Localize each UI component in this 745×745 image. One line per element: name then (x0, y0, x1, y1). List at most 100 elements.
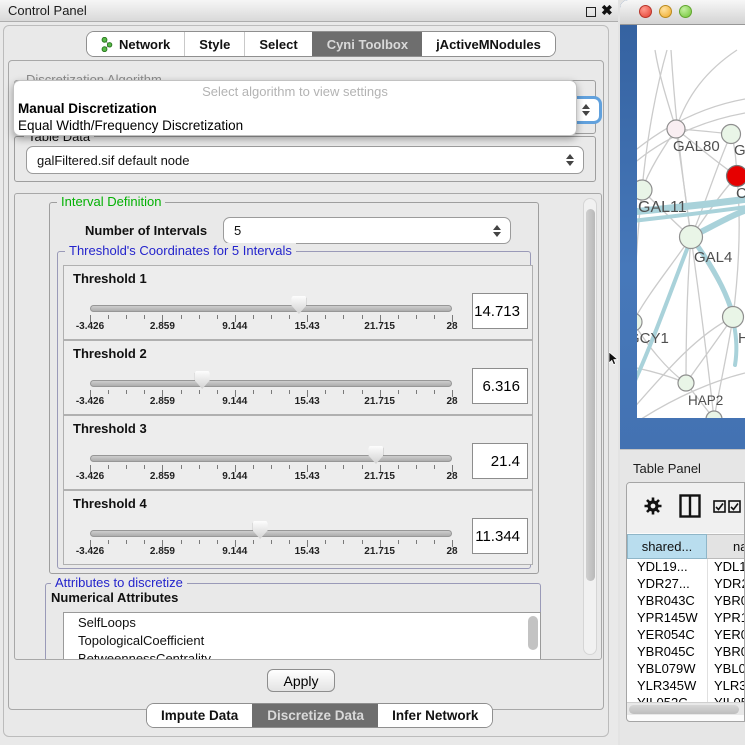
edge[interactable] (655, 50, 676, 129)
tick-label: 28 (446, 471, 457, 482)
tick-label: 2.859 (150, 396, 175, 407)
settings-scrollbar[interactable] (583, 198, 597, 655)
column-header-shared-name[interactable]: shared... (627, 534, 707, 559)
node-selected-red[interactable] (727, 166, 745, 187)
edge[interactable] (686, 317, 733, 383)
tab-label: Network (119, 37, 170, 52)
node-table: shared... name YDL19...YDL19YDR27...YDR2… (626, 482, 745, 722)
highlighted-edge[interactable] (637, 239, 691, 387)
node-gal11[interactable] (637, 180, 652, 200)
threshold-label: Threshold 1 (73, 271, 147, 286)
tick-label: 21.715 (364, 546, 395, 557)
tick-mark (144, 390, 145, 394)
apply-button[interactable]: Apply (267, 669, 335, 692)
bottom-tab-infer-network[interactable]: Infer Network (378, 704, 492, 727)
network-canvas[interactable]: GAL80GAL11GAL4GCY1HAP2GCH (637, 25, 745, 418)
dropdown-option[interactable]: Equal Width/Frequency Discretization (18, 118, 243, 133)
checkbox-icon[interactable] (713, 500, 726, 513)
bottom-tab-discretize-data[interactable]: Discretize Data (252, 704, 378, 727)
close-icon[interactable]: ✖ (601, 2, 613, 19)
node-label: GCY1 (637, 330, 669, 347)
table-row[interactable]: YBL079WYBL07 (627, 661, 745, 678)
node-hap2[interactable] (678, 375, 694, 391)
bottom-tab-label: Impute Data (161, 708, 238, 723)
numerical-attributes-list[interactable]: SelfLoopsTopologicalCoefficientBetweenne… (63, 612, 541, 660)
tab-network[interactable]: Network (87, 32, 184, 56)
column-header-name[interactable]: name (707, 534, 745, 559)
tick-mark (325, 315, 326, 319)
table-row[interactable]: YLR345WYLR34 (627, 678, 745, 695)
node-gal80[interactable] (667, 120, 685, 138)
network-icon (101, 37, 113, 52)
node-gal4[interactable] (680, 226, 703, 249)
list-item[interactable]: BetweennessCentrality (64, 649, 540, 660)
close-traffic-light[interactable] (639, 5, 652, 18)
minimize-traffic-light[interactable] (659, 5, 672, 18)
edge[interactable] (686, 237, 691, 383)
zoom-traffic-light[interactable] (679, 5, 692, 18)
tick-mark (108, 315, 109, 319)
table-hscrollbar[interactable] (627, 702, 745, 715)
table-data-combobox[interactable]: galFiltered.sif default node (26, 146, 584, 174)
list-scrollbar[interactable] (528, 616, 538, 650)
slider-track[interactable] (90, 380, 452, 387)
tick-mark (398, 540, 399, 544)
tick-mark (289, 315, 290, 319)
threshold-value-field[interactable]: 6.316 (472, 368, 528, 404)
node-label: C (736, 185, 745, 202)
tab-style[interactable]: Style (184, 32, 244, 56)
tick-label: 28 (446, 396, 457, 407)
tick-label: 9.144 (222, 321, 247, 332)
threshold-value-field[interactable]: 14.713 (472, 293, 528, 329)
highlighted-edge[interactable] (734, 325, 736, 365)
slider-track[interactable] (90, 530, 452, 537)
slider-track[interactable] (90, 455, 452, 462)
tick-mark (271, 465, 272, 469)
tick-mark (271, 540, 272, 544)
tab-label: jActiveMNodules (436, 37, 541, 52)
table-row[interactable]: YDL19...YDL19 (627, 559, 745, 576)
panel-title: Control Panel (8, 3, 87, 18)
table-row[interactable]: YBR043CYBR04 (627, 593, 745, 610)
tick-label: 21.715 (364, 471, 395, 482)
table-row[interactable]: YPR145WYPR14 (627, 610, 745, 627)
table-row[interactable]: YER054CYER05 (627, 627, 745, 644)
node-top-right[interactable] (722, 125, 741, 144)
attribute-items: SelfLoopsTopologicalCoefficientBetweenne… (64, 613, 540, 660)
float-window-icon[interactable] (586, 7, 596, 17)
split-pane-icon[interactable] (679, 494, 701, 518)
bottom-tab-impute-data[interactable]: Impute Data (147, 704, 252, 727)
control-panel-titlebar: Control Panel ✖ (0, 0, 618, 22)
node-right-mid[interactable] (723, 307, 744, 328)
gear-icon[interactable] (643, 496, 663, 516)
tab-cyni-toolbox[interactable]: Cyni Toolbox (312, 32, 422, 56)
table-row[interactable]: YIL052CYIL05 (627, 695, 745, 702)
tick-mark (362, 390, 363, 394)
dropdown-option[interactable]: Manual Discretization (18, 101, 157, 116)
tab-select[interactable]: Select (244, 32, 311, 56)
threshold-value-field[interactable]: 11.344 (472, 518, 528, 554)
list-item[interactable]: TopologicalCoefficient (64, 631, 540, 649)
table-rows: YDL19...YDL19YDR27...YDR27YBR043CYBR04YP… (627, 559, 745, 702)
bottom-tab-bar: Impute Data Discretize Data Infer Network (146, 703, 493, 728)
algorithm-settings-panel: Interval Definition Number of Intervals … (14, 193, 602, 660)
tick-mark (362, 315, 363, 319)
threshold-box-4: Threshold 4-3.4262.8599.14415.4321.71528… (63, 490, 533, 565)
tick-mark (199, 540, 200, 544)
slider-track[interactable] (90, 305, 452, 312)
settings-scrollbar-thumb[interactable] (586, 209, 595, 581)
list-item[interactable]: SelfLoops (64, 613, 540, 631)
cell-name: YDL19 (707, 559, 745, 576)
bottom-tab-label: Discretize Data (267, 708, 364, 723)
table-hscrollbar-thumb[interactable] (629, 705, 739, 714)
table-row[interactable]: YBR045CYBR04 (627, 644, 745, 661)
threshold-value-field[interactable]: 21.4 (472, 443, 528, 479)
checkbox-icon[interactable] (728, 500, 741, 513)
node-gcy1[interactable] (637, 313, 642, 331)
tab-jactivemnodules[interactable]: jActiveMNodules (422, 32, 555, 56)
table-row[interactable]: YDR27...YDR27 (627, 576, 745, 593)
tick-mark (217, 315, 218, 319)
node-label: HAP2 (688, 393, 723, 408)
tick-mark (325, 390, 326, 394)
edge[interactable] (642, 50, 667, 190)
